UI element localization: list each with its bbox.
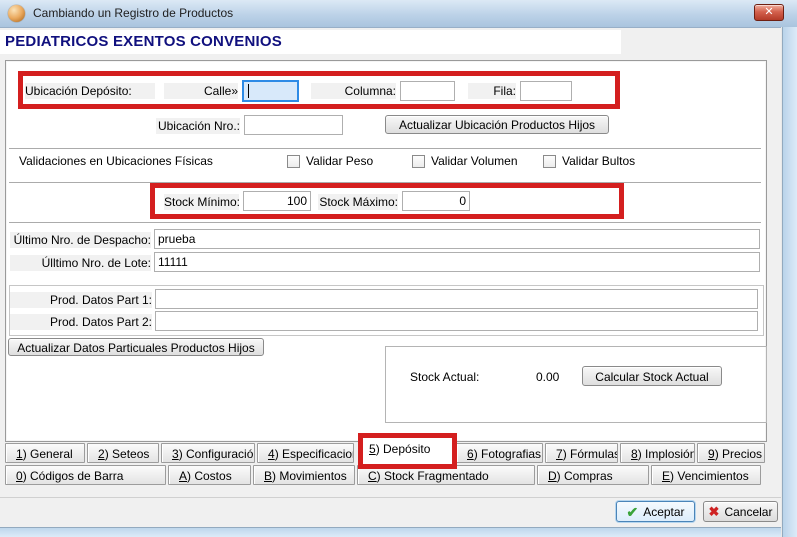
actualizar-ubicacion-hijos-button[interactable]: Actualizar Ubicación Productos Hijos	[385, 115, 609, 134]
checkbox-box[interactable]	[543, 155, 556, 168]
tab-0-codigos-de-barra[interactable]: 0) Códigos de Barra	[5, 465, 166, 485]
text-caret	[248, 84, 249, 98]
calle-input[interactable]	[242, 80, 299, 102]
tab-8-implosion[interactable]: 8) Implosión	[620, 443, 695, 463]
divider	[9, 148, 761, 149]
x-icon: ✖	[709, 505, 720, 518]
cancelar-button[interactable]: ✖ Cancelar	[703, 501, 778, 522]
ultimo-despacho-label: Último Nro. de Despacho:	[10, 232, 151, 248]
tab-d-compras[interactable]: D) Compras	[537, 465, 649, 485]
record-title: PEDIATRICOS EXENTOS CONVENIOS	[0, 30, 621, 54]
fila-input[interactable]	[520, 81, 572, 101]
ubicacion-nro-input[interactable]	[244, 115, 343, 135]
tab-6-fotografias[interactable]: 6) Fotografias	[456, 443, 543, 463]
record-header: PEDIATRICOS EXENTOS CONVENIOS	[0, 30, 621, 54]
tab-3-configuracion[interactable]: 3) Configuración	[161, 443, 255, 463]
tab-e-vencimientos[interactable]: E) Vencimientos	[651, 465, 761, 485]
highlight-box-tab-deposito[interactable]: 5) Depósito	[358, 433, 457, 469]
tab-a-costos[interactable]: A) Costos	[168, 465, 251, 485]
checkbox-box[interactable]	[412, 155, 425, 168]
ultimo-lote-label: Úlltimo Nro. de Lote:	[10, 255, 151, 271]
main-group-box: Ubicación Depósito: Calle» Columna: Fila…	[5, 60, 767, 442]
datos-particulares-group-box: Prod. Datos Part 1: Prod. Datos Part 2:	[9, 285, 764, 336]
aceptar-label: Aceptar	[643, 505, 684, 519]
divider	[9, 222, 761, 223]
checkbox-label: Validar Bultos	[562, 154, 635, 168]
ubicacion-nro-label: Ubicación Nro.:	[156, 118, 240, 134]
checkbox-validar-volumen[interactable]: Validar Volumen	[412, 153, 518, 169]
checkbox-validar-bultos[interactable]: Validar Bultos	[543, 153, 635, 169]
stock-actual-value: 0.00	[536, 369, 559, 385]
ultimo-despacho-input[interactable]	[154, 229, 760, 249]
app-icon	[8, 5, 25, 22]
tab-9-precios[interactable]: 9) Precios	[697, 443, 765, 463]
calcular-stock-actual-button[interactable]: Calcular Stock Actual	[582, 366, 722, 386]
tab-2-seteos[interactable]: 2) Seteos	[87, 443, 159, 463]
title-bar: Cambiando un Registro de Productos ✕	[0, 0, 797, 28]
columna-label: Columna:	[311, 83, 396, 99]
tab-7-formulas[interactable]: 7) Fórmulas	[545, 443, 618, 463]
tab-1-general[interactable]: 1) General	[5, 443, 85, 463]
checkbox-label: Validar Volumen	[431, 154, 518, 168]
ubicacion-deposito-label: Ubicación Depósito:	[25, 83, 155, 99]
fila-label: Fila:	[468, 83, 516, 99]
close-button[interactable]: ✕	[754, 4, 784, 21]
cancelar-label: Cancelar	[724, 505, 772, 519]
stock-actual-group-box: Stock Actual: 0.00 Calcular Stock Actual	[385, 346, 767, 423]
checkbox-label: Validar Peso	[306, 154, 373, 168]
footer-divider	[0, 497, 781, 498]
stock-maximo-input[interactable]	[402, 191, 470, 211]
window-title: Cambiando un Registro de Productos	[33, 0, 233, 27]
stock-minimo-label: Stock Mínimo:	[164, 194, 239, 210]
selected-tab-label: 5) Depósito	[363, 438, 452, 461]
checkbox-validar-peso[interactable]: Validar Peso	[287, 153, 373, 169]
stock-minimo-input[interactable]	[243, 191, 311, 211]
check-icon: ✔	[626, 505, 638, 519]
tab-b-movimientos[interactable]: B) Movimientos	[253, 465, 355, 485]
prod-datos-part1-input[interactable]	[155, 289, 758, 309]
actualizar-datos-particulares-button[interactable]: Actualizar Datos Particuales Productos H…	[8, 338, 264, 356]
columna-input[interactable]	[400, 81, 455, 101]
checkbox-box[interactable]	[287, 155, 300, 168]
prod-datos-part1-label: Prod. Datos Part 1:	[10, 292, 152, 308]
prod-datos-part2-label: Prod. Datos Part 2:	[10, 314, 152, 330]
validation-checkbox-group: Validar Peso Validar Volumen Validar Bulto…	[6, 153, 766, 169]
window-frame-bottom	[0, 527, 781, 537]
stock-maximo-label: Stock Máximo:	[318, 194, 398, 210]
tab-4-especificaciones[interactable]: 4) Especificaciones	[257, 443, 354, 463]
aceptar-button[interactable]: ✔ Aceptar	[616, 501, 695, 522]
window-frame-right	[781, 27, 797, 537]
calle-label: Calle»	[164, 83, 238, 99]
ultimo-lote-input[interactable]	[154, 252, 760, 272]
divider	[9, 182, 761, 183]
stock-actual-label: Stock Actual:	[410, 369, 520, 385]
prod-datos-part2-input[interactable]	[155, 311, 758, 331]
